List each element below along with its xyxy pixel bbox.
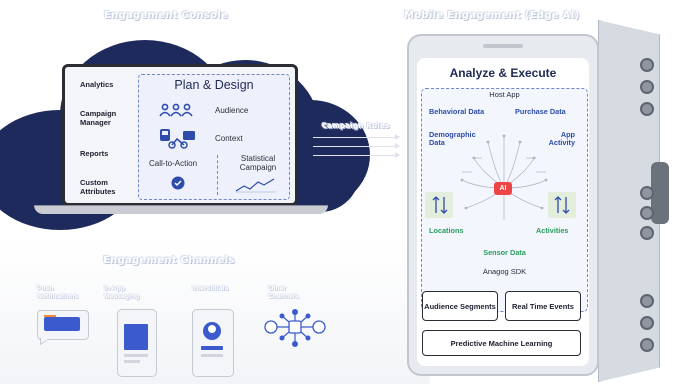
audience-segments-button[interactable]: Audience Segments — [422, 291, 498, 321]
in-app-message-icon — [117, 309, 157, 377]
locations-arrows-icon — [432, 196, 448, 214]
context-icon — [160, 129, 195, 149]
menu-campaign-manager[interactable]: Campaign Manager — [80, 109, 140, 127]
locations-label: Locations — [429, 226, 464, 235]
heading-mobile-engagement: Mobile Engagement (Edge AI) — [404, 10, 580, 21]
purchase-data-label: Purchase Data — [515, 107, 566, 116]
phone-speaker — [483, 44, 523, 48]
anagog-sdk-label: Anagog SDK — [482, 267, 527, 276]
push-notifications-label: Push Notifications — [37, 285, 79, 300]
predictive-ml-button[interactable]: Predictive Machine Learning — [422, 330, 581, 356]
laptop-base — [34, 205, 328, 214]
behavioral-data-label: Behavioral Data — [429, 107, 485, 116]
menu-custom-attributes[interactable]: Custom Attributes — [80, 178, 140, 196]
arrow-line-3 — [313, 155, 395, 156]
in-app-messaging-label: In App Messaging — [104, 285, 140, 300]
audience-label: Audience — [215, 106, 249, 115]
menu-analytics[interactable]: Analytics — [80, 80, 140, 90]
arrow-head-2 — [395, 143, 400, 149]
arrow-head-3 — [395, 152, 400, 158]
arrow-line-1 — [313, 137, 395, 138]
other-channels-label: Other Channels — [268, 285, 299, 300]
menu-reports[interactable]: Reports — [80, 149, 140, 159]
sensor-data-label: Sensor Data — [483, 248, 526, 257]
campaign-rules-label: Campaign Rules — [322, 122, 390, 130]
real-time-events-button[interactable]: Real Time Events — [505, 291, 581, 321]
plan-divider — [217, 155, 219, 195]
heading-engagement-channels: Engagement Channels — [103, 255, 235, 266]
arrow-line-2 — [313, 146, 395, 147]
interstitials-label: Interstitials — [192, 285, 229, 292]
trend-chart-icon — [235, 178, 276, 193]
call-to-action-label: Call-to-Action — [149, 159, 198, 168]
activities-arrows-icon — [554, 196, 570, 214]
interstitial-icon — [192, 309, 234, 377]
context-label: Context — [215, 134, 243, 143]
ai-chip: AI — [494, 182, 512, 195]
plan-design-panel: Plan & Design Audience Context Call-to-A… — [138, 74, 290, 200]
activities-label: Activities — [536, 226, 569, 235]
statistical-campaign-label: Statistical Campaign — [239, 154, 277, 172]
audience-icon — [159, 103, 193, 117]
heading-engagement-console: Engagement Console — [104, 10, 229, 21]
ai-brain-circuit — [460, 134, 548, 220]
plan-design-title: Plan & Design — [174, 78, 254, 92]
console-laptop-screen: Analytics Campaign Manager Reports Custo… — [62, 64, 298, 206]
checkmark-icon — [171, 176, 185, 190]
host-app-label: Host App — [489, 90, 520, 99]
analyze-execute-title: Analyze & Execute — [449, 66, 557, 80]
other-channels-icon — [264, 309, 326, 347]
arrow-head-1 — [395, 134, 400, 140]
